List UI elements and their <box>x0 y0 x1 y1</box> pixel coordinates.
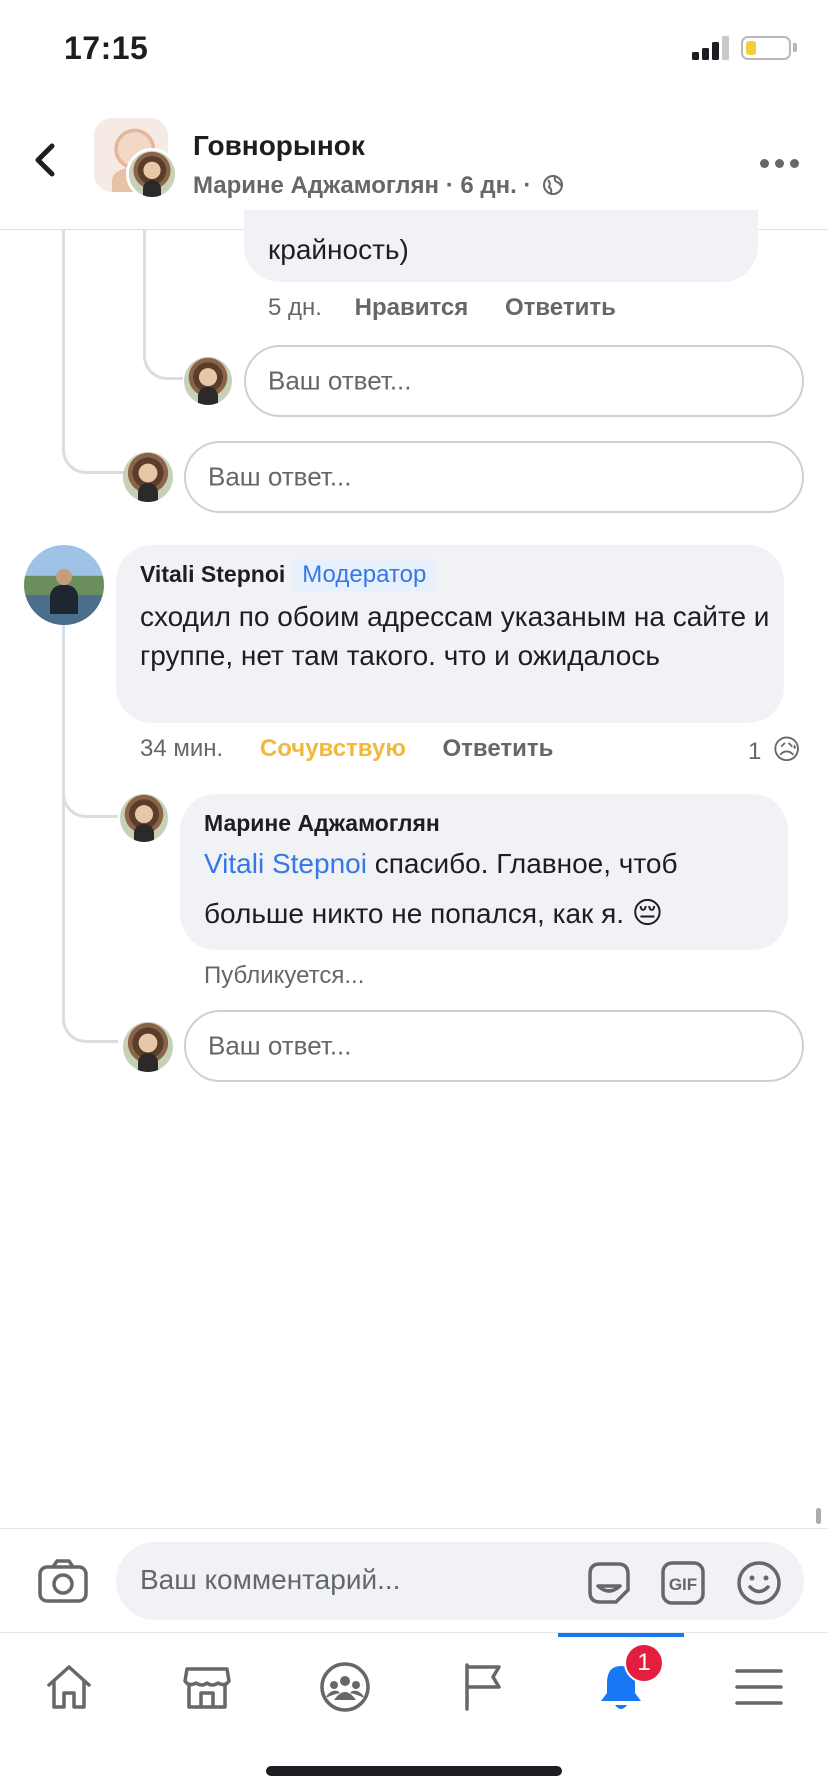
comment-text: сходил по обоим адрессам указаным на сай… <box>140 601 770 671</box>
camera-button[interactable] <box>38 1559 88 1603</box>
user-avatar <box>123 452 173 502</box>
gif-icon: GIF <box>661 1561 705 1605</box>
chevron-left-icon <box>35 143 55 177</box>
comment-author[interactable]: Vitali Stepnoi <box>140 561 285 587</box>
battery-tip <box>793 43 797 52</box>
battery-level <box>746 41 756 55</box>
moderator-badge: Модератор <box>293 559 436 591</box>
reply-text-line-2: больше никто не попался, как я. 😔 <box>204 894 663 933</box>
status-bar: 17:15 <box>0 0 828 100</box>
user-avatar <box>184 357 232 405</box>
flag-icon <box>465 1663 501 1711</box>
post-meta: Марине Аджамоглян · 6 дн. · <box>193 172 564 200</box>
prev-comment-meta: 5 дн. Нравится Ответить <box>268 294 616 322</box>
reply-text-2: больше никто не попался, как я. <box>204 898 625 929</box>
tab-pages[interactable] <box>432 1653 532 1733</box>
reaction-button[interactable]: Сочувствую <box>260 735 406 762</box>
home-indicator <box>266 1766 562 1776</box>
user-avatar[interactable] <box>120 794 168 842</box>
home-icon <box>47 1665 91 1709</box>
reply-text-1: спасибо. Главное, чтоб <box>366 848 678 879</box>
prev-comment-time: 5 дн. <box>268 294 322 321</box>
battery-icon <box>741 36 791 60</box>
globe-icon <box>543 175 564 195</box>
active-tab-indicator <box>558 1633 684 1637</box>
group-title[interactable]: Говнорынок <box>193 130 365 162</box>
smiley-icon <box>737 1561 781 1605</box>
tab-marketplace[interactable] <box>156 1653 256 1733</box>
reply-placeholder: Ваш ответ... <box>208 461 352 492</box>
sticker-button[interactable] <box>586 1560 632 1606</box>
comment-composer: Ваш комментарий... GIF <box>0 1528 828 1632</box>
comment-time: 34 мин. <box>140 735 224 762</box>
menu-icon <box>735 1669 783 1705</box>
prev-comment-text: крайность) <box>268 234 409 265</box>
author-avatar[interactable] <box>126 148 178 200</box>
like-button[interactable]: Нравится <box>355 294 469 321</box>
reply-button[interactable]: Ответить <box>442 735 553 762</box>
prev-comment-bubble: крайность) <box>244 210 758 282</box>
reply-button[interactable]: Ответить <box>505 294 616 321</box>
status-time: 17:15 <box>64 30 149 66</box>
cellular-signal-icon <box>692 36 732 60</box>
tab-home[interactable] <box>18 1653 118 1733</box>
user-avatar <box>123 1022 173 1072</box>
reply-bubble: Марине Аджамоглян Vitali Stepnoi спасибо… <box>180 794 788 950</box>
more-options-button[interactable] <box>760 152 800 176</box>
groups-icon <box>320 1662 370 1712</box>
thread-line-reply <box>62 780 118 818</box>
sticker-icon <box>588 1562 630 1604</box>
reply-placeholder: Ваш ответ... <box>208 1030 352 1061</box>
comment-input[interactable]: Ваш комментарий... GIF <box>116 1542 804 1620</box>
pensive-emoji-icon: 😔 <box>631 897 664 930</box>
comment-placeholder: Ваш комментарий... <box>140 1564 401 1595</box>
back-button[interactable] <box>28 138 68 182</box>
mention-link[interactable]: Vitali Stepnoi <box>204 848 367 879</box>
reply-input[interactable]: Ваш ответ... <box>244 345 804 417</box>
sad-emoji-icon: 😥 <box>772 734 802 765</box>
reply-placeholder: Ваш ответ... <box>268 365 412 396</box>
emoji-button[interactable] <box>736 1560 782 1606</box>
comment-bubble: Vitali Stepnoi Модератор сходил по обоим … <box>116 545 784 723</box>
scroll-indicator <box>816 1508 821 1524</box>
reply-author[interactable]: Марине Аджамоглян <box>204 810 440 837</box>
marketplace-icon <box>183 1667 231 1709</box>
tab-bar: 1 <box>0 1632 828 1792</box>
reply-status: Публикуется... <box>204 962 365 989</box>
tab-menu[interactable] <box>708 1653 808 1733</box>
commenter-avatar[interactable] <box>24 545 104 625</box>
comment-meta: 34 мин. Сочувствую Ответить <box>140 735 553 763</box>
thread-line-outer <box>62 230 132 474</box>
reaction-summary[interactable]: 1 😥 <box>748 733 801 766</box>
svg-text:GIF: GIF <box>669 1575 697 1594</box>
comment-header: Vitali Stepnoi Модератор <box>140 559 436 591</box>
thread-line-inner <box>143 230 183 380</box>
reply-input[interactable]: Ваш ответ... <box>184 1010 804 1082</box>
reply-input[interactable]: Ваш ответ... <box>184 441 804 513</box>
gif-button[interactable]: GIF <box>660 1560 706 1606</box>
notifications-badge: 1 <box>624 1643 664 1683</box>
reply-text-line-1: Vitali Stepnoi спасибо. Главное, чтоб <box>204 844 678 883</box>
camera-icon <box>38 1559 88 1603</box>
tab-groups[interactable] <box>294 1653 394 1733</box>
reaction-count: 1 <box>748 738 762 765</box>
thread-line-reply-input <box>62 815 118 1043</box>
post-meta-text: Марине Аджамоглян · 6 дн. · <box>193 172 532 199</box>
